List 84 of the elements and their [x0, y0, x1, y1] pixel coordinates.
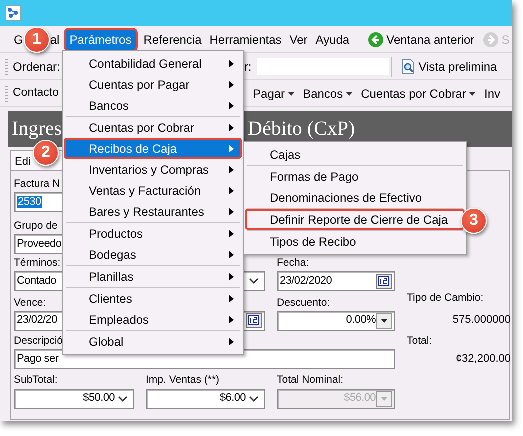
menu-item[interactable]: Ayuda: [312, 30, 354, 50]
submenu-arrow-icon: [229, 294, 234, 302]
page-title: Débito (CxP): [248, 117, 356, 142]
menu-item[interactable]: Denominaciones de Efectivo: [245, 187, 465, 208]
menu-item[interactable]: Clientes: [64, 288, 242, 309]
chevron-down-icon: [249, 396, 259, 402]
menu-item[interactable]: Referencia: [140, 30, 206, 50]
field-label: Imp. Ventas (**): [146, 374, 220, 387]
menu-item[interactable]: Contabilidad General: [64, 53, 242, 74]
exchange-rate-value: 575.000000: [452, 314, 511, 327]
filter-label: r:: [244, 58, 252, 76]
menu-item[interactable]: Definir Reporte de Cierre de Caja: [245, 209, 465, 230]
field-label: SubTotal:: [14, 374, 58, 387]
menu-item[interactable]: Ventas y Facturación: [64, 180, 242, 201]
menu-item[interactable]: Herramientas: [206, 30, 286, 50]
field-label: Fecha:: [277, 257, 310, 270]
submenu-arrow-icon: [229, 250, 234, 258]
step-badge: 3: [461, 208, 487, 234]
caret-icon: [380, 318, 388, 322]
step-badge: 1: [24, 27, 50, 53]
field-label: Grupo de: [14, 220, 58, 233]
field-label: Términos:: [14, 257, 61, 270]
field-label: Factura N: [14, 178, 60, 191]
sort-label: Ordenar:: [13, 58, 60, 76]
caret-icon: [346, 92, 354, 96]
nav-button[interactable]: Ventana anterior: [364, 30, 479, 48]
field-label: Vence:: [14, 297, 46, 310]
calendar-icon[interactable]: [376, 274, 392, 288]
menu-item[interactable]: Parámetros: [66, 30, 136, 50]
menu-item[interactable]: Planillas: [64, 266, 242, 287]
toolbar-menu[interactable]: Inv: [480, 84, 504, 102]
submenu-arrow-icon: [229, 102, 234, 110]
menu-item[interactable]: Cuentas por Cobrar: [64, 117, 242, 138]
chevron-down-icon: [249, 278, 259, 284]
calendar-icon[interactable]: [246, 313, 262, 328]
field-label: Descuento:: [277, 297, 330, 310]
input-field[interactable]: 23/02/2020: [277, 271, 395, 291]
submenu-arrow-icon: [229, 316, 234, 324]
menu-item[interactable]: al: [50, 30, 64, 50]
menu-item[interactable]: Cuentas por Pagar: [64, 74, 242, 95]
menu-item[interactable]: Bancos: [64, 95, 242, 116]
field-label: Descripció: [14, 335, 64, 348]
toolbar-menu[interactable]: Contacto: [13, 84, 64, 102]
submenu-arrow-icon: [229, 166, 234, 174]
toolbar-menu[interactable]: Bancos: [299, 84, 358, 102]
chevron-down-icon: [118, 396, 128, 402]
menu-item[interactable]: Cajas: [245, 144, 465, 165]
submenu-arrow-icon: [229, 186, 234, 194]
menu-item[interactable]: G: [10, 30, 24, 50]
submenu-arrow-icon: [229, 208, 234, 216]
submenu-arrow-icon: [229, 124, 234, 132]
submenu-arrow-icon: [229, 230, 234, 238]
menu-item[interactable]: Global: [64, 331, 242, 352]
submenu-arrow-icon: [229, 338, 234, 346]
field-label: Total:: [407, 335, 432, 348]
submenu-arrow-icon: [229, 80, 234, 88]
field-label: Total Nominal:: [277, 374, 344, 387]
page-title: Ingres: [12, 117, 62, 142]
menu-item[interactable]: Productos: [64, 223, 242, 244]
dropdown-button[interactable]: [376, 312, 392, 328]
app-icon: [5, 5, 21, 21]
submenu-arrow-icon: [229, 60, 234, 68]
input-field[interactable]: 0.00%: [277, 310, 395, 330]
caret-icon: [380, 396, 388, 400]
print-preview-button[interactable]: Vista prelimina: [396, 58, 502, 76]
menu-item[interactable]: Empleados: [64, 309, 242, 330]
toolbar-menu[interactable]: Cuentas por Cobrar: [357, 84, 480, 102]
toolbar-menu[interactable]: Pagar: [249, 84, 300, 102]
menu-item[interactable]: Formas de Pago: [245, 166, 465, 187]
total-value: ¢32,200.00: [454, 352, 511, 366]
menu-item[interactable]: Ver: [286, 30, 312, 50]
menu-item[interactable]: Tipos de Recibo: [245, 231, 465, 252]
submenu-arrow-icon: [229, 144, 234, 152]
field-label: Tipo de Cambio:: [407, 292, 484, 305]
menu-item[interactable]: Bares y Restaurantes: [64, 201, 242, 222]
input-field[interactable]: $6.00: [146, 388, 265, 408]
caret-icon: [469, 92, 476, 96]
submenu-arrow-icon: [229, 272, 234, 280]
menu-item[interactable]: Recibos de Caja: [64, 138, 242, 159]
menu-item[interactable]: Bodegas: [64, 244, 242, 265]
input-field[interactable]: $50.00: [14, 388, 134, 408]
preview-icon: [400, 58, 416, 74]
menu-item[interactable]: Inventarios y Compras: [64, 159, 242, 180]
caret-icon: [288, 92, 296, 96]
